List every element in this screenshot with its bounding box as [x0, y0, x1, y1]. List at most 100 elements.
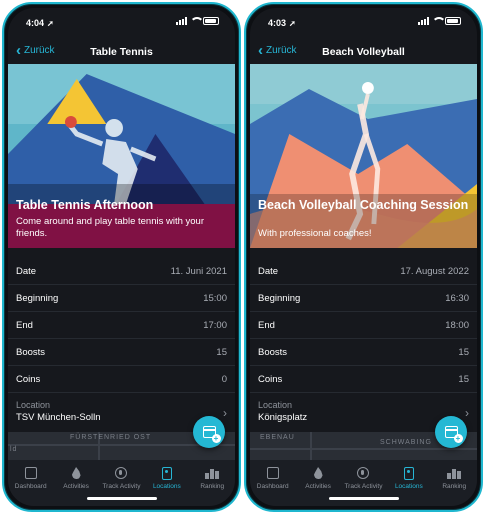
calendar-add-icon [444, 426, 463, 443]
detail-value: 16:30 [445, 292, 469, 304]
tab-label: Locations [394, 483, 423, 490]
calendar-add-icon [202, 426, 221, 443]
page-title: Table Tennis [90, 46, 153, 58]
screen: 4:03 ➚ ‹ Zurück Beach Volleyball Beach V… [250, 8, 477, 506]
add-to-calendar-button[interactable] [435, 416, 467, 448]
location-card-icon [160, 466, 174, 480]
detail-value: 15 [458, 346, 469, 358]
detail-value: 15:00 [203, 292, 227, 304]
detail-row-coins: Coins 0 [8, 366, 235, 393]
tab-track-activity[interactable]: Track Activity [341, 466, 385, 506]
nav-bar: ‹ Zurück Table Tennis [8, 38, 235, 66]
tab-label: Activities [305, 483, 331, 490]
tab-activities[interactable]: Activities [54, 466, 98, 506]
detail-row-boosts: Boosts 15 [250, 339, 477, 366]
detail-label: Coins [258, 373, 283, 385]
detail-value: 0 [221, 373, 227, 385]
tab-label: Ranking [442, 483, 467, 490]
tab-ranking[interactable]: Ranking [432, 466, 476, 506]
status-time: 4:03 ➚ [268, 18, 296, 28]
event-subtitle: Come around and play table tennis with y… [16, 216, 205, 239]
detail-row-boosts: Boosts 15 [8, 339, 235, 366]
detail-value: 15 [458, 373, 469, 385]
map-street-label: FÜRSTENRIED OST [70, 434, 152, 441]
detail-value: 15 [216, 346, 227, 358]
ranking-icon [205, 466, 220, 480]
wifi-icon [432, 17, 446, 25]
location-label: Location [16, 400, 51, 410]
detail-label: End [258, 319, 275, 331]
detail-value: 11. Juni 2021 [170, 265, 227, 277]
dashboard-icon [24, 466, 38, 480]
map-edge-label: EBENAU [260, 434, 295, 441]
ranking-icon [447, 466, 462, 480]
nav-bar: ‹ Zurück Beach Volleyball [250, 38, 477, 66]
event-title: Table Tennis Afternoon [16, 198, 154, 212]
status-icons [418, 17, 461, 25]
flame-icon [69, 466, 83, 480]
detail-label: Coins [16, 373, 41, 385]
detail-row-end: End 18:00 [250, 312, 477, 339]
tab-locations[interactable]: Locations [145, 466, 189, 506]
detail-row-beginning: Beginning 15:00 [8, 285, 235, 312]
detail-label: Boosts [258, 346, 288, 358]
hero-illustration [250, 64, 477, 248]
add-to-calendar-button[interactable] [193, 416, 225, 448]
phone-frame-table-tennis: 4:04 ➚ ‹ Zurück Table Tennis Table Tenni… [2, 2, 241, 512]
tab-label: Ranking [200, 483, 225, 490]
details-list: Date 11. Juni 2021 Beginning 15:00 End 1… [8, 258, 235, 393]
screen: 4:04 ➚ ‹ Zurück Table Tennis Table Tenni… [8, 8, 235, 506]
tab-label: Locations [152, 483, 181, 490]
chevron-right-icon: › [223, 406, 227, 420]
tab-dashboard[interactable]: Dashboard [251, 466, 295, 506]
tab-label: Track Activity [102, 483, 141, 490]
event-subtitle: With professional coaches! [258, 228, 372, 239]
status-bar: 4:04 ➚ [8, 8, 235, 34]
location-card-icon [402, 466, 416, 480]
detail-row-date: Date 11. Juni 2021 [8, 258, 235, 285]
detail-value: 17. August 2022 [400, 265, 469, 277]
event-title: Beach Volleyball Coaching Session [258, 198, 469, 212]
status-bar: 4:03 ➚ [250, 8, 477, 34]
tab-label: Track Activity [344, 483, 383, 490]
tab-ranking[interactable]: Ranking [190, 466, 234, 506]
detail-label: Date [258, 265, 279, 277]
detail-label: End [16, 319, 33, 331]
location-label: Location [258, 400, 293, 410]
battery-icon [445, 17, 461, 25]
detail-label: Date [16, 265, 37, 277]
detail-row-beginning: Beginning 16:30 [250, 285, 477, 312]
detail-label: Beginning [258, 292, 301, 304]
tab-activities[interactable]: Activities [296, 466, 340, 506]
detail-row-end: End 17:00 [8, 312, 235, 339]
hero-image: Beach Volleyball Coaching Session With p… [250, 64, 477, 248]
battery-icon [203, 17, 219, 25]
map-street-label: SCHWABING [380, 439, 432, 446]
phone-frame-beach-volleyball: 4:03 ➚ ‹ Zurück Beach Volleyball Beach V… [244, 2, 483, 512]
status-icons [176, 17, 219, 25]
chevron-right-icon: › [465, 406, 469, 420]
flame-icon [311, 466, 325, 480]
home-indicator[interactable] [328, 497, 399, 500]
tab-label: Dashboard [14, 483, 47, 490]
track-activity-icon [114, 466, 128, 480]
tab-track-activity[interactable]: Track Activity [99, 466, 143, 506]
tab-label: Dashboard [256, 483, 289, 490]
detail-row-date: Date 17. August 2022 [250, 258, 477, 285]
details-list: Date 17. August 2022 Beginning 16:30 End… [250, 258, 477, 393]
tab-locations[interactable]: Locations [387, 466, 431, 506]
map-edge-label: ld [10, 446, 18, 453]
signal-icon [176, 17, 187, 25]
signal-icon [418, 17, 429, 25]
dashboard-icon [266, 466, 280, 480]
page-title: Beach Volleyball [322, 46, 405, 58]
tab-dashboard[interactable]: Dashboard [9, 466, 53, 506]
home-indicator[interactable] [86, 497, 157, 500]
detail-label: Boosts [16, 346, 46, 358]
tab-label: Activities [63, 483, 89, 490]
wifi-icon [190, 17, 204, 25]
detail-label: Beginning [16, 292, 59, 304]
hero-image: Table Tennis Afternoon Come around and p… [8, 64, 235, 248]
detail-row-coins: Coins 15 [250, 366, 477, 393]
track-activity-icon [356, 466, 370, 480]
